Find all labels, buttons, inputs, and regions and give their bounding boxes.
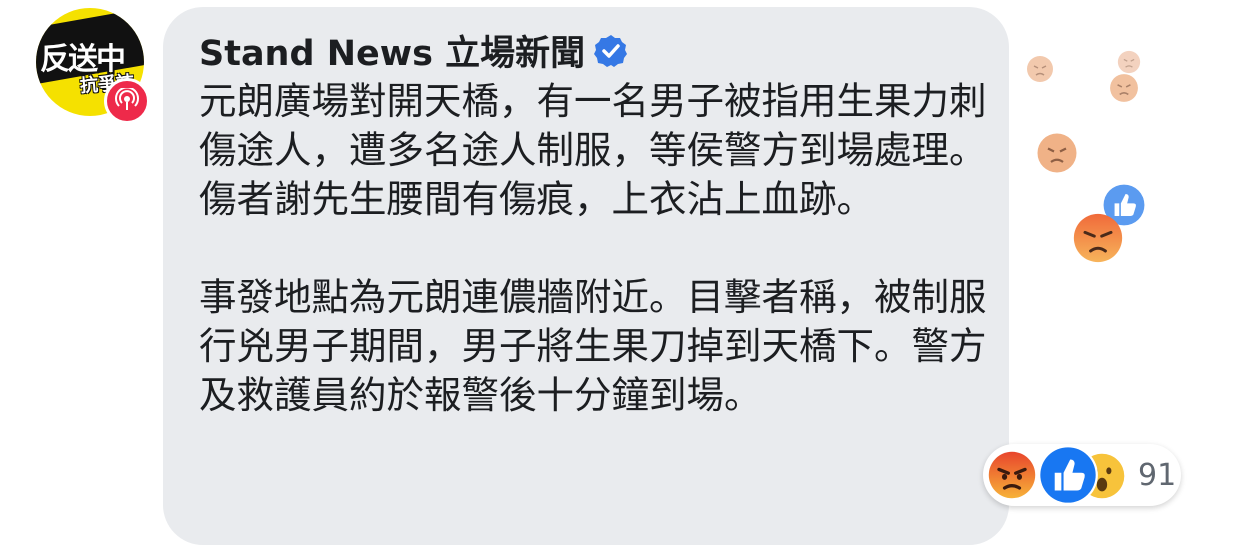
like-reaction-icon (1037, 444, 1099, 510)
post-author[interactable]: Stand News 立場新聞 (199, 25, 629, 76)
floating-angry-icon (1072, 212, 1124, 268)
verified-check-icon (593, 33, 629, 69)
author-name[interactable]: Stand News 立場新聞 (199, 25, 585, 76)
post-body: 元朗廣場對開天橋，有一名男子被指用生果力刺傷途人，遭多名途人制服，等侯警方到場處… (199, 77, 999, 420)
post-paragraph: 元朗廣場對開天橋，有一名男子被指用生果力刺傷途人，遭多名途人制服，等侯警方到場處… (199, 79, 987, 221)
floating-angry-icon (1026, 55, 1054, 87)
live-broadcast-icon (104, 78, 150, 124)
post-paragraph: 事發地點為元朗連儂牆附近。目擊者稱，被制服行兇男子期間，男子將生果刀掉到天橋下。… (199, 275, 987, 417)
floating-angry-icon (1036, 132, 1078, 178)
floating-angry-icon (1109, 73, 1139, 107)
comment-bubble: Stand News 立場新聞 元朗廣場對開天橋，有一名男子被指用生果力刺傷途人… (163, 7, 1009, 545)
angry-reaction-icon (986, 449, 1038, 505)
reaction-summary[interactable]: 91 (983, 444, 1181, 506)
reaction-count: 91 (1138, 458, 1177, 493)
